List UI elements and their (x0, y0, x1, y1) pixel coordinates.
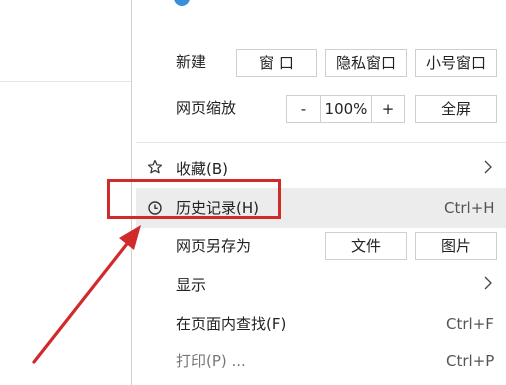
history-shortcut: Ctrl+H (444, 199, 495, 217)
star-icon (147, 159, 163, 175)
highlight-box (107, 179, 281, 219)
new-window-button[interactable]: 窗 口 (236, 49, 317, 77)
save-as-image-button[interactable]: 图片 (415, 232, 497, 260)
menu-item-find[interactable]: 在页面内查找(F) Ctrl+F (136, 306, 506, 342)
save-as-file-button[interactable]: 文件 (325, 232, 407, 260)
favorites-label: 收藏(B) (176, 160, 228, 178)
content-divider (0, 81, 132, 82)
save-as-label: 网页另存为 (176, 237, 252, 255)
display-label: 显示 (176, 276, 207, 294)
zoom-in-button[interactable]: + (372, 95, 405, 123)
chevron-right-icon (483, 275, 493, 295)
fullscreen-button[interactable]: 全屏 (415, 95, 497, 123)
new-label: 新建 (176, 53, 207, 71)
menu-item-print[interactable]: 打印(P) ... Ctrl+P (136, 344, 506, 380)
new-small-window-button[interactable]: 小号窗口 (415, 49, 497, 77)
browser-logo-icon (174, 0, 190, 6)
chevron-right-icon (483, 159, 493, 179)
new-private-window-button[interactable]: 隐私窗口 (325, 49, 407, 77)
zoom-label: 网页缩放 (176, 99, 237, 117)
find-shortcut: Ctrl+F (446, 315, 494, 333)
menu-item-display[interactable]: 显示 (136, 266, 506, 302)
zoom-level-display: 100% (320, 95, 372, 123)
find-label: 在页面内查找(F) (176, 315, 287, 333)
menu-separator (136, 142, 506, 143)
print-label: 打印(P) ... (176, 352, 246, 370)
page: 新建 窗 口 隐私窗口 小号窗口 网页缩放 - 100% + 全屏 收藏(B) … (0, 0, 506, 385)
zoom-out-button[interactable]: - (286, 95, 320, 123)
print-shortcut: Ctrl+P (446, 352, 495, 370)
